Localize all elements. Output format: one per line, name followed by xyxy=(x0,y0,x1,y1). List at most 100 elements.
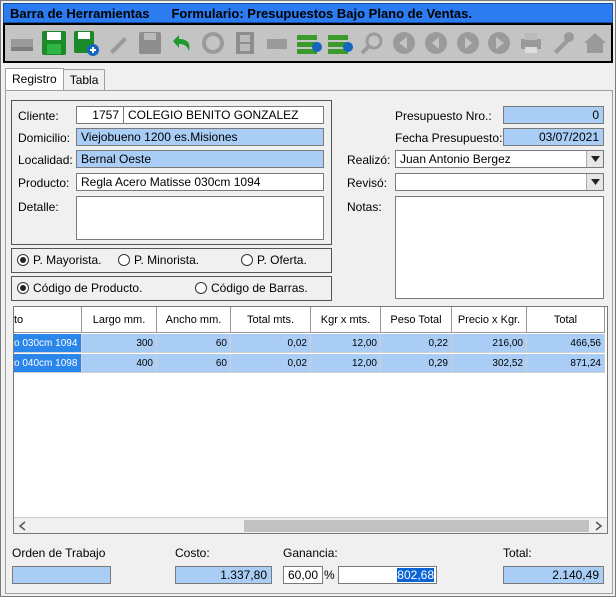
refresh-icon xyxy=(202,32,225,54)
cell: 466,56 xyxy=(527,334,605,353)
ganancia-pct-field[interactable]: 60,00 xyxy=(283,566,323,584)
radio-codigo-barras[interactable]: Código de Barras. xyxy=(195,281,308,295)
col-header[interactable]: Ancho mm. xyxy=(157,307,231,333)
col-header[interactable]: Peso Total xyxy=(381,307,452,333)
items-grid[interactable]: to Largo mm. Ancho mm. Total mts. Kgr x … xyxy=(13,306,608,534)
last-icon xyxy=(488,32,511,54)
total-label: Total: xyxy=(503,546,532,560)
reviso-label: Revisó: xyxy=(347,176,388,190)
col-header[interactable]: Kgr x mts. xyxy=(311,307,381,333)
localidad-field[interactable]: Bernal Oeste xyxy=(76,150,324,168)
radio-codigo-barras-label: Código de Barras. xyxy=(211,281,308,295)
edit-icon xyxy=(109,37,127,54)
next-button[interactable] xyxy=(452,27,483,59)
next-icon xyxy=(456,32,479,54)
cliente-name-field[interactable]: COLEGIO BENITO GONZALEZ xyxy=(123,106,324,124)
print-button[interactable] xyxy=(516,27,547,59)
new-button[interactable] xyxy=(7,27,38,59)
search-button[interactable] xyxy=(357,27,388,59)
new-icon xyxy=(11,39,34,51)
col-header[interactable]: Total xyxy=(527,307,605,333)
horizontal-scrollbar[interactable] xyxy=(14,517,607,533)
presupuesto-field[interactable]: 0 xyxy=(503,106,604,124)
total-field[interactable]: 2.140,49 xyxy=(503,566,604,584)
producto-field[interactable]: Regla Acero Matisse 030cm 1094 xyxy=(76,173,324,191)
domicilio-field[interactable]: Viejobueno 1200 es.Misiones xyxy=(76,128,324,146)
radio-dot xyxy=(195,282,207,294)
radio-dot xyxy=(118,254,130,266)
col-header[interactable]: to xyxy=(14,307,82,333)
radio-dot xyxy=(17,254,29,266)
col-header[interactable]: Precio x Kgr. xyxy=(452,307,527,333)
fecha-field[interactable]: 03/07/2021 xyxy=(503,128,604,146)
grid-header: to Largo mm. Ancho mm. Total mts. Kgr x … xyxy=(14,307,605,333)
radio-dot xyxy=(241,254,253,266)
table-row[interactable]: o 040cm 1098 400 60 0,02 12,00 0,29 302,… xyxy=(14,354,605,373)
home-icon xyxy=(583,33,606,53)
reviso-select[interactable] xyxy=(395,173,604,191)
cliente-code-field[interactable]: 1757 xyxy=(76,106,124,124)
costo-field[interactable]: 1.337,80 xyxy=(175,566,272,584)
registro-panel: Cliente: 1757 COLEGIO BENITO GONZALEZ Do… xyxy=(5,90,613,594)
detalle-label: Detalle: xyxy=(18,200,59,214)
cell: o 030cm 1094 xyxy=(14,334,82,353)
scroll-thumb[interactable] xyxy=(244,520,589,532)
toolbar xyxy=(3,23,613,63)
radio-dot xyxy=(17,282,29,294)
radio-mayorista-label: P. Mayorista. xyxy=(33,253,102,267)
tab-registro[interactable]: Registro xyxy=(5,68,64,90)
last-button[interactable] xyxy=(484,27,515,59)
orden-field[interactable] xyxy=(12,566,111,584)
save-disabled-button[interactable] xyxy=(134,27,165,59)
save-button[interactable] xyxy=(39,27,70,59)
tab-tabla[interactable]: Tabla xyxy=(62,69,106,90)
film-icon xyxy=(235,32,254,54)
prev-button[interactable] xyxy=(420,27,451,59)
undo-icon xyxy=(173,35,190,51)
first-button[interactable] xyxy=(389,27,420,59)
col-header[interactable]: Largo mm. xyxy=(82,307,157,333)
tab-strip: Registro Tabla xyxy=(5,68,106,91)
scroll-right-icon[interactable] xyxy=(591,519,605,533)
film-button[interactable] xyxy=(230,27,261,59)
form-title: Formulario: Presupuestos Bajo Plano de V… xyxy=(171,5,472,21)
cell: 302,52 xyxy=(452,354,527,373)
table-row[interactable]: o 030cm 1094 300 60 0,02 12,00 0,22 216,… xyxy=(14,334,605,353)
save-add-button[interactable] xyxy=(71,27,102,59)
radio-oferta[interactable]: P. Oferta. xyxy=(241,253,307,267)
fecha-label: Fecha Presupuesto: xyxy=(395,131,503,145)
cell: 0,22 xyxy=(381,334,452,353)
cliente-label: Cliente: xyxy=(18,109,59,123)
home-button[interactable] xyxy=(579,27,610,59)
cell: 216,00 xyxy=(452,334,527,353)
undo-button[interactable] xyxy=(166,27,197,59)
cell: 0,02 xyxy=(231,334,311,353)
refresh-button[interactable] xyxy=(198,27,229,59)
detalle-field[interactable] xyxy=(76,196,324,240)
remove-row-button[interactable] xyxy=(325,27,356,59)
notas-field[interactable] xyxy=(395,196,604,299)
ganancia-value-field[interactable]: 802,68 xyxy=(338,566,437,584)
main-window: Barra de Herramientas Formulario: Presup… xyxy=(0,0,616,597)
realizo-select[interactable]: Juan Antonio Bergez xyxy=(395,150,604,168)
realizo-label: Realizó: xyxy=(347,153,391,167)
cell: 300 xyxy=(82,334,157,353)
radio-mayorista[interactable]: P. Mayorista. xyxy=(17,253,101,267)
col-header[interactable]: Total mts. xyxy=(231,307,311,333)
chevron-down-icon[interactable] xyxy=(586,174,603,190)
cell: 0,29 xyxy=(381,354,452,373)
radio-minorista[interactable]: P. Minorista. xyxy=(118,253,199,267)
edit-button[interactable] xyxy=(102,27,133,59)
chevron-down-icon[interactable] xyxy=(586,151,603,167)
cell: 400 xyxy=(82,354,157,373)
notas-label: Notas: xyxy=(347,200,382,214)
tools-button[interactable] xyxy=(548,27,579,59)
domicilio-label: Domicilio: xyxy=(18,131,71,145)
add-row-button[interactable] xyxy=(293,27,324,59)
cell: 871,24 xyxy=(527,354,605,373)
print-icon xyxy=(521,33,542,53)
scroll-left-icon[interactable] xyxy=(16,519,30,533)
presupuesto-label: Presupuesto Nro.: xyxy=(395,109,492,123)
radio-codigo-producto[interactable]: Código de Producto. xyxy=(17,281,142,295)
minus-button[interactable] xyxy=(261,27,292,59)
